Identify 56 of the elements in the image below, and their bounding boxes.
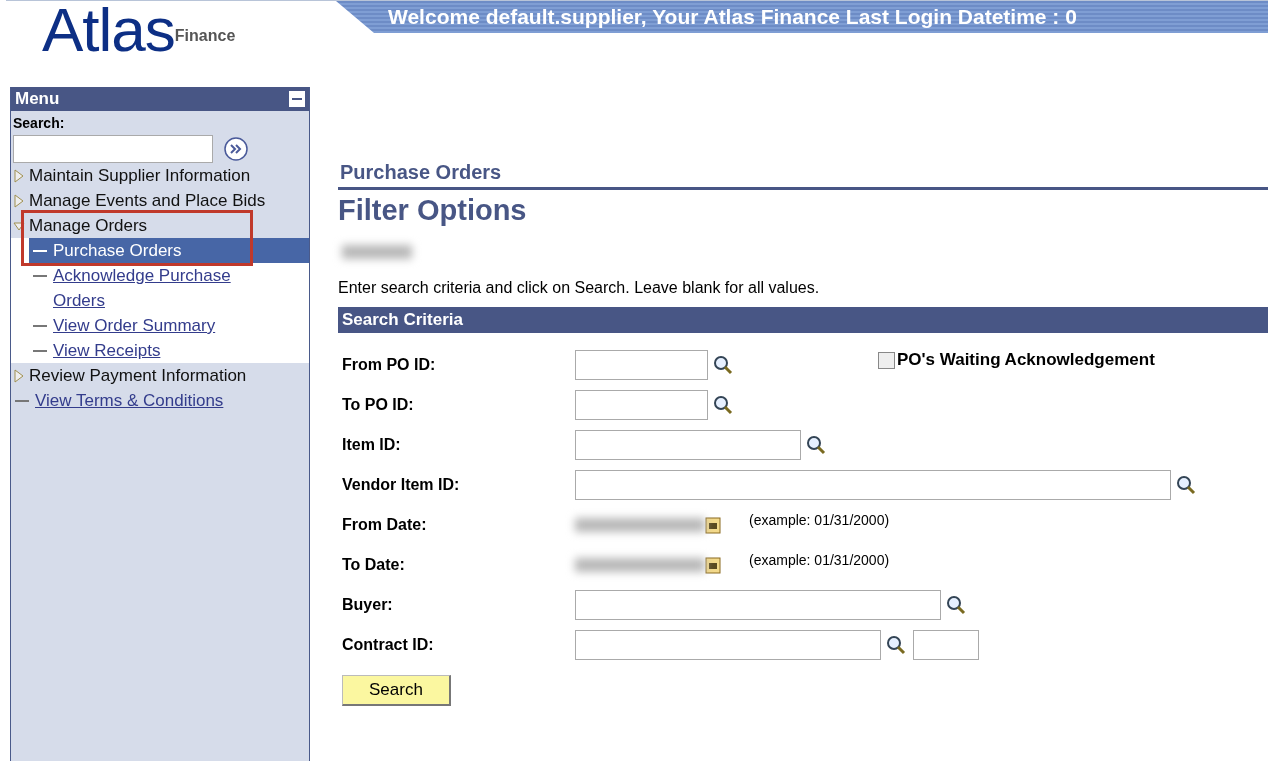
input-field[interactable] — [575, 390, 708, 420]
section-header: Search Criteria — [338, 307, 1268, 333]
field-label: From Date: — [342, 516, 428, 534]
search-button[interactable]: Search — [342, 675, 451, 706]
input-field[interactable] — [575, 350, 708, 380]
input-field[interactable] — [575, 590, 941, 620]
collapsed-triangle-icon[interactable] — [13, 168, 25, 184]
go-icon[interactable] — [223, 136, 249, 162]
calendar-icon[interactable] — [705, 516, 721, 534]
input-field[interactable] — [913, 630, 979, 660]
blurred-text — [342, 245, 412, 259]
dash-icon — [33, 324, 47, 328]
menu-folder[interactable]: Review Payment Information — [29, 363, 247, 388]
menu-search-field[interactable] — [13, 135, 213, 163]
input-field[interactable] — [575, 630, 881, 660]
field-label: Contract ID: — [342, 636, 435, 654]
selected-menu-item[interactable]: Purchase Orders — [29, 238, 309, 263]
search-icon[interactable] — [885, 634, 907, 656]
menu-link[interactable]: View Order Summary — [53, 313, 216, 338]
menu-link[interactable]: View Receipts — [53, 338, 161, 363]
checkbox-label: PO's Waiting Acknowledgement — [897, 350, 1155, 370]
input-field[interactable] — [575, 430, 801, 460]
dash-icon — [33, 274, 47, 278]
search-icon[interactable] — [805, 434, 827, 456]
menu-folder[interactable]: Manage Events and Place Bids — [29, 188, 266, 213]
field-label: Item ID: — [342, 436, 402, 454]
welcome-banner: Welcome default.supplier, Your Atlas Finance Last Login Datetime : 0 — [336, 1, 1268, 33]
breadcrumb: Purchase Orders — [338, 155, 1268, 190]
calendar-icon[interactable] — [705, 556, 721, 574]
collapse-icon[interactable] — [289, 91, 305, 107]
page-title: Filter Options — [338, 194, 528, 227]
search-icon[interactable] — [945, 594, 967, 616]
menu-title: Menu — [15, 89, 60, 109]
dash-icon — [33, 249, 47, 253]
dash-icon — [33, 349, 47, 353]
field-label: Vendor Item ID: — [342, 476, 461, 494]
field-label: Buyer: — [342, 596, 394, 614]
menu-link[interactable]: View Terms & Conditions — [35, 388, 224, 413]
field-label: To Date: — [342, 556, 406, 574]
menu-folder[interactable]: Maintain Supplier Information — [29, 163, 251, 188]
date-example: (example: 01/31/2000) — [749, 512, 890, 528]
checkbox[interactable] — [878, 351, 895, 369]
collapsed-triangle-icon[interactable] — [13, 193, 25, 209]
field-label: From PO ID: — [342, 356, 437, 374]
menu-link[interactable]: Acknowledge Purchase Orders — [53, 263, 281, 313]
input-field[interactable] — [575, 470, 1171, 500]
dash-icon — [15, 399, 29, 403]
instructions: Enter search criteria and click on Search. Leave blank for all values. — [338, 279, 821, 297]
search-label: Search: — [12, 114, 66, 133]
date-example: (example: 01/31/2000) — [749, 552, 890, 568]
collapsed-triangle-icon[interactable] — [13, 368, 25, 384]
search-icon[interactable] — [712, 354, 734, 376]
menu-folder[interactable]: Manage Orders — [29, 213, 148, 238]
field-label: To PO ID: — [342, 396, 415, 414]
search-icon[interactable] — [1175, 474, 1197, 496]
search-icon[interactable] — [712, 394, 734, 416]
